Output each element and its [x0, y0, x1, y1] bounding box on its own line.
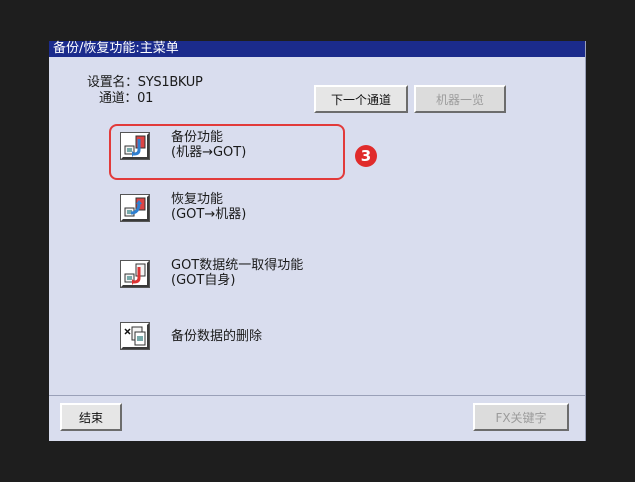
- menu-restore-line2: (GOT→机器): [171, 207, 247, 222]
- annotation-marker-3: 3: [355, 145, 377, 167]
- annotation-highlight-box: [109, 124, 345, 180]
- got-data-icon: [120, 260, 150, 288]
- menu-restore-line1: 恢复功能: [171, 192, 224, 207]
- menu-delete-line1: 备份数据的删除: [171, 329, 263, 344]
- menu-got-data-line2: (GOT自身): [171, 273, 236, 288]
- end-button[interactable]: 结束: [60, 403, 122, 431]
- delete-backup-icon: [120, 322, 150, 350]
- next-channel-button[interactable]: 下一个通道: [314, 85, 408, 113]
- device-list-button[interactable]: 机器一览: [414, 85, 506, 113]
- restore-icon: [120, 194, 150, 222]
- window-title: 备份/恢复功能:主菜单: [49, 41, 585, 57]
- footer-divider: [49, 395, 585, 396]
- fx-keyword-button[interactable]: FX关键字: [473, 403, 569, 431]
- menu-item-delete-backup[interactable]: 备份数据的删除: [120, 321, 321, 353]
- channel-label: 通道：01: [99, 91, 154, 106]
- menu-got-data-line1: GOT数据统一取得功能: [171, 258, 304, 273]
- setting-name-label: 设置名：SYS1BKUP: [87, 75, 203, 90]
- menu-item-restore[interactable]: 恢复功能 (GOT→机器): [120, 191, 321, 227]
- menu-item-got-data[interactable]: GOT数据统一取得功能 (GOT自身): [120, 257, 361, 293]
- main-menu-screen: 备份/恢复功能:主菜单 设置名：SYS1BKUP 通道：01 下一个通道 机器一…: [49, 41, 586, 441]
